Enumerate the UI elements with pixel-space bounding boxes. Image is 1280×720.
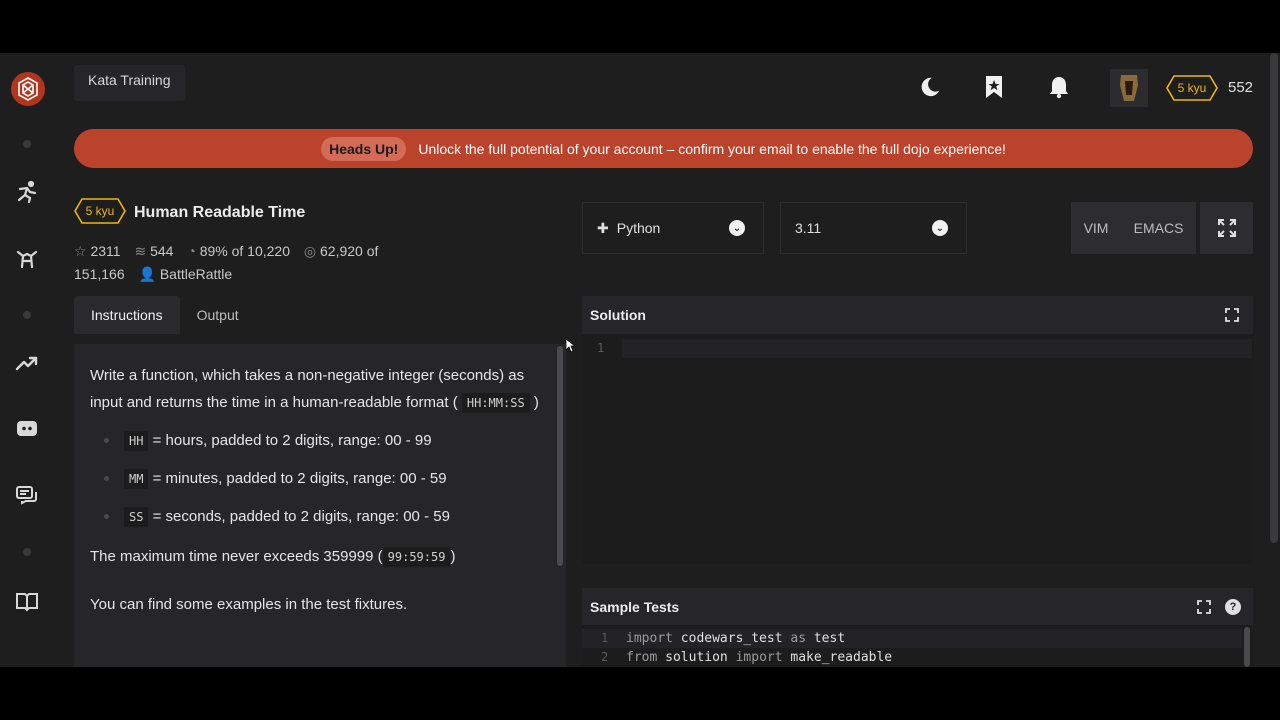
chevron-down-icon: ⌄ [932,220,948,236]
list-item: HH = hours, padded to 2 digits, range: 0… [104,427,550,455]
collections-stat[interactable]: ≋ 544 [134,243,173,259]
tab-instructions[interactable]: Instructions [74,296,180,334]
expand-icon [1217,219,1236,237]
line-number: 1 [597,341,605,355]
instructions-panel: Write a function, which takes a non-nega… [74,344,566,667]
satisfaction-stat: ◔ 89% of 10,220 [187,243,290,259]
star-icon: ☆ [74,243,87,259]
leaderboard-trend-icon[interactable] [12,348,42,378]
instructions-scrollbar[interactable] [557,346,563,566]
banner-tag: Heads Up! [321,136,407,161]
target-icon: ◎ [303,243,317,259]
sidebar-divider-dot [23,140,31,148]
sidebar-divider-dot [23,548,31,556]
kata-title: Human Readable Time [134,204,306,221]
email-confirm-banner[interactable]: Heads Up! Unlock the full potential of y… [74,129,1253,168]
completions-total: 151,166 [74,266,125,282]
expand-icon[interactable] [1225,308,1239,322]
sidebar-divider-dot [23,311,31,319]
app-screen: Kata Training 5 kyu 552 Heads Up! Unlock… [0,53,1280,667]
editor-mode-group: VIM EMACS [1071,202,1196,254]
solution-header: Solution [582,296,1253,334]
list-item: SS = seconds, padded to 2 digits, range:… [104,503,550,531]
banner-message: Unlock the full potential of your accoun… [418,140,1006,157]
vim-mode-button[interactable]: VIM [1084,220,1109,236]
docs-book-icon[interactable] [12,586,42,616]
active-line [622,339,1252,358]
moon-icon[interactable] [916,73,944,101]
page-title: Kata Training [74,65,185,101]
emacs-mode-button[interactable]: EMACS [1134,220,1184,236]
instructions-paragraph: Write a function, which takes a non-nega… [90,367,539,413]
tab-output[interactable]: Output [180,296,256,334]
notification-bell-icon[interactable] [1045,73,1073,101]
instruction-tabs: Instructions Output [74,296,256,334]
codewars-logo-icon[interactable] [10,71,46,107]
discussions-icon[interactable] [12,481,42,511]
bookmark-icon[interactable] [980,73,1008,101]
chevron-down-icon: ⌄ [729,220,745,236]
format-list: HH = hours, padded to 2 digits, range: 0… [104,427,550,531]
honor-score: 552 [1228,79,1254,96]
language-select[interactable]: ✚ Python ⌄ [582,202,764,254]
training-icon[interactable] [12,177,42,207]
code-line: 2 from solution import make_readable [601,650,893,665]
stack-icon: ≋ [134,243,147,259]
eye-icon: ◔ [187,243,196,259]
practice-icon[interactable] [12,244,42,274]
max-time-paragraph: The maximum time never exceeds 359999 (9… [90,547,456,567]
sample-tests-header: Sample Tests ? [582,588,1253,626]
tests-scrollbar[interactable] [1244,627,1250,667]
user-icon: 👤 [138,266,156,282]
python-icon: ✚ [597,219,609,236]
help-icon[interactable]: ? [1225,599,1241,615]
kata-rank-badge: 5 kyu [74,198,126,224]
examples-paragraph: You can find some examples in the test f… [90,596,408,613]
completions-stat: ◎ 62,920 of [303,243,379,259]
stars-stat[interactable]: ☆ 2311 [74,243,121,259]
user-rank-badge: 5 kyu [1166,75,1218,101]
page-scrollbar[interactable] [1270,53,1278,543]
expand-icon[interactable] [1197,600,1211,614]
author-link[interactable]: 👤 BattleRattle [139,266,233,282]
user-avatar[interactable] [1110,69,1148,107]
solution-editor[interactable]: 1 [582,334,1253,564]
kata-stats: ☆ 2311 ≋ 544 ◔ 89% of 10,220 ◎ 62,920 of… [74,240,434,286]
sidebar [0,53,55,667]
sample-tests-editor[interactable]: 1 import codewars_test as test 2 from so… [582,625,1253,667]
list-item: MM = minutes, padded to 2 digits, range:… [104,465,550,493]
mouse-cursor-icon [566,339,576,353]
code-line: 1 import codewars_test as test [582,629,1242,648]
fullscreen-button[interactable] [1200,202,1253,254]
discord-icon[interactable] [12,414,42,444]
version-select[interactable]: 3.11 ⌄ [780,202,967,254]
